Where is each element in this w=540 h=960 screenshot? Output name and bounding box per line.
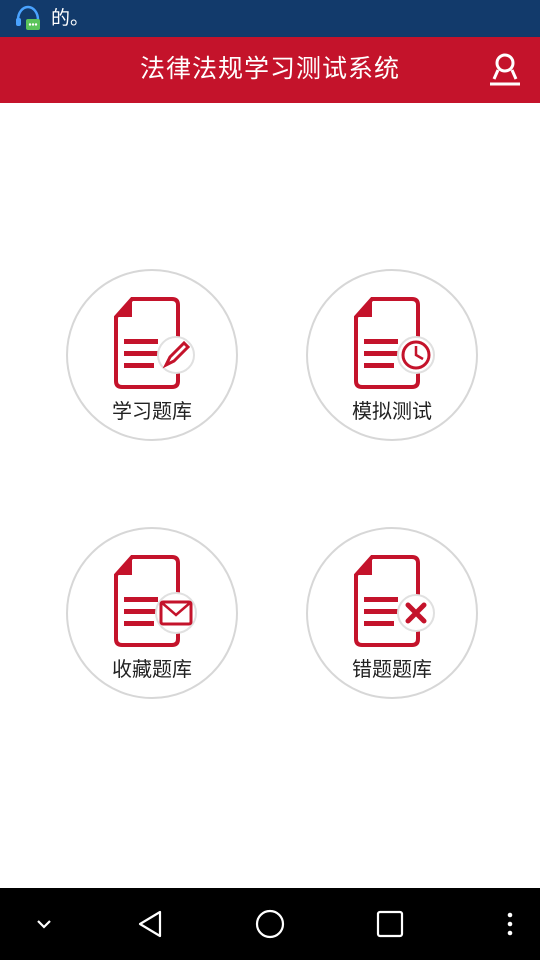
back-icon[interactable] [130, 904, 170, 944]
recents-icon[interactable] [370, 904, 410, 944]
tile-label: 错题题库 [352, 657, 432, 681]
home-icon[interactable] [250, 904, 290, 944]
favorites-question-bank-button[interactable]: 收藏题库 [66, 527, 238, 699]
tile-label: 模拟测试 [352, 399, 432, 423]
chevron-down-icon[interactable] [24, 904, 64, 944]
notification-text: 的。 [51, 7, 90, 29]
page-title: 法律法规学习测试系统 [139, 54, 400, 83]
tile-label: 收藏题库 [112, 657, 192, 681]
study-question-bank-button[interactable]: 学习题库 [66, 269, 238, 441]
document-envelope-icon [114, 555, 197, 647]
mock-test-button[interactable]: 模拟测试 [306, 269, 478, 441]
wrong-answers-bank-button[interactable]: 错题题库 [306, 527, 478, 699]
app-bar: 法律法规学习测试系统 [0, 37, 540, 103]
main-menu: 学习题库 模拟测试 收藏题库 错题题库 [0, 103, 540, 888]
navigation-bar [0, 888, 540, 960]
tile-label: 学习题库 [112, 399, 192, 423]
overflow-menu-icon[interactable] [490, 904, 530, 944]
chat-bubble-icon [16, 5, 40, 30]
document-cross-icon [354, 555, 435, 647]
document-clock-icon [354, 297, 435, 389]
document-pencil-icon [114, 297, 195, 389]
status-bar: 的。 [0, 0, 540, 37]
user-icon[interactable] [488, 52, 522, 88]
